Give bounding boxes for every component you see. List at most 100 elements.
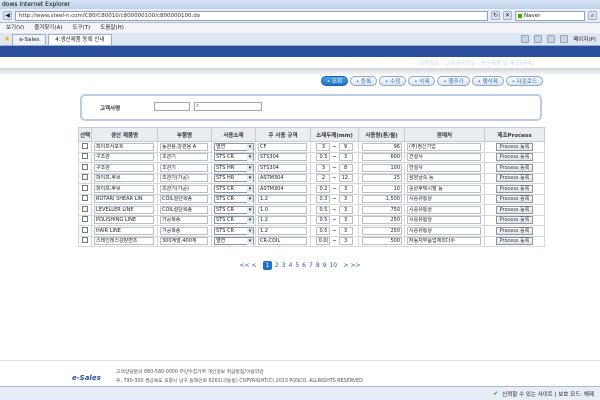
seller-input[interactable]: 중원후택시행 등 bbox=[407, 184, 481, 193]
table-row[interactable]: 구조관 조관기 STS HR STS3043 ~ 8100 건설사 Process 등록 bbox=[78, 162, 545, 174]
material-select[interactable]: STS CR bbox=[214, 205, 254, 214]
thickness-max-input[interactable]: 3 bbox=[338, 216, 353, 225]
usage-input[interactable]: 250 bbox=[362, 226, 402, 235]
thickness-min-input[interactable]: 0.5 bbox=[316, 216, 331, 225]
thickness-min-input[interactable]: 2 bbox=[316, 174, 331, 183]
thickness-min-input[interactable]: 0.2 bbox=[316, 184, 331, 193]
row-checkbox[interactable] bbox=[82, 195, 88, 202]
process-register-button[interactable]: Process 등록 bbox=[495, 237, 534, 246]
part-input[interactable]: 조관기 bbox=[160, 153, 208, 162]
usage-input[interactable]: 1,500 bbox=[362, 195, 402, 204]
feeds-icon[interactable] bbox=[534, 35, 543, 43]
process-register-button[interactable]: Process 등록 bbox=[495, 174, 534, 183]
table-row[interactable]: 구조관 조관기 STS CR STS3040.5 ~ 3600 건설사 Process 등… bbox=[78, 151, 545, 163]
edit-button[interactable]: • 수정 bbox=[379, 76, 407, 86]
seller-input[interactable]: 건설사 bbox=[407, 153, 481, 162]
material-select[interactable]: STS CR bbox=[214, 216, 254, 225]
spec-input[interactable]: CF bbox=[258, 142, 307, 151]
page-link[interactable]: 5 bbox=[295, 262, 299, 269]
row-checkbox[interactable] bbox=[82, 226, 88, 233]
table-row[interactable]: POLISHING LINE 가공복종 STS CR 1.20.5 ~ 3250 시중유… bbox=[78, 214, 545, 226]
thickness-min-input[interactable]: 3 bbox=[316, 142, 331, 151]
row-checkbox[interactable] bbox=[82, 163, 88, 170]
row-checkbox[interactable] bbox=[82, 184, 88, 191]
spec-input[interactable]: STS304 bbox=[258, 163, 307, 172]
menu-help[interactable]: 도움말(H) bbox=[100, 23, 124, 33]
product-input[interactable]: 파이프,후브 bbox=[94, 184, 154, 193]
menu-tools[interactable]: 도구(T) bbox=[72, 23, 90, 33]
pager-next[interactable]: > >> bbox=[344, 262, 361, 269]
refresh-icon[interactable]: ↻ bbox=[491, 11, 500, 20]
seller-input[interactable]: 자동차부품업체외다수 bbox=[407, 237, 481, 246]
product-input[interactable]: POLISHING LINE bbox=[94, 216, 154, 225]
product-input[interactable]: 구조관 bbox=[94, 163, 154, 172]
seller-input[interactable]: 시중유통상 bbox=[407, 205, 481, 214]
usage-input[interactable]: 96 bbox=[362, 142, 402, 151]
seller-input[interactable]: 건설사 bbox=[407, 163, 481, 172]
thickness-max-input[interactable]: 3 bbox=[338, 153, 353, 162]
product-input[interactable]: 파이프,후브 bbox=[94, 174, 154, 183]
usage-input[interactable]: 250 bbox=[362, 216, 402, 225]
table-row[interactable]: ROTARI SHEAR LIN COIL절단복종 STS CR 1.20.3 ~ 3… bbox=[78, 193, 545, 205]
usage-input[interactable]: 600 bbox=[362, 153, 402, 162]
part-input[interactable]: 가공복종 bbox=[160, 226, 208, 235]
back-icon[interactable]: ◀ bbox=[3, 11, 12, 20]
table-row[interactable]: 파이프,후브 조관기(가공) STS HR ASTM3042 ~ 12.15 삼양금속 … bbox=[78, 172, 545, 184]
material-select[interactable]: STS CR bbox=[214, 226, 254, 235]
pager-prev[interactable]: << < bbox=[239, 262, 256, 269]
part-input[interactable]: 300계열,400계 bbox=[160, 237, 208, 246]
table-row[interactable]: HAIR LINE 가공복종 STS CR 1.20.5 ~ 3250 시중유통상 Pro… bbox=[78, 225, 545, 237]
page-link[interactable]: 8 bbox=[316, 262, 320, 269]
thickness-max-input[interactable]: 3 bbox=[338, 205, 353, 214]
page-link[interactable]: 2 bbox=[275, 262, 279, 269]
thickness-min-input[interactable]: 0.0( bbox=[316, 237, 331, 246]
thickness-min-input[interactable]: 3 bbox=[316, 163, 331, 172]
page-link[interactable]: 1 bbox=[262, 261, 272, 270]
product-input[interactable]: LEVELLER LINE bbox=[94, 205, 154, 214]
part-input[interactable]: COIL절단복종 bbox=[160, 205, 208, 214]
register-button[interactable]: • 등록 bbox=[350, 76, 378, 86]
material-select[interactable]: 열연 bbox=[214, 142, 254, 151]
thickness-max-input[interactable]: 3 bbox=[338, 226, 353, 235]
spec-input[interactable]: ASTM304 bbox=[258, 174, 307, 183]
thickness-min-input[interactable]: 0.5 bbox=[316, 205, 331, 214]
usage-input[interactable]: 750 bbox=[362, 205, 402, 214]
spec-input[interactable]: 1.2 bbox=[258, 195, 307, 204]
thickness-max-input[interactable]: 12. bbox=[338, 174, 353, 183]
part-input[interactable]: 조관기 bbox=[160, 163, 208, 172]
thickness-max-input[interactable]: 3 bbox=[338, 237, 353, 246]
row-checkbox[interactable] bbox=[82, 142, 88, 149]
material-select[interactable]: STS CR bbox=[214, 184, 254, 193]
stop-icon[interactable]: ✕ bbox=[503, 11, 512, 20]
process-register-button[interactable]: Process 등록 bbox=[495, 142, 534, 151]
row-checkbox[interactable] bbox=[82, 153, 88, 160]
usage-input[interactable]: 500 bbox=[362, 237, 402, 246]
material-select[interactable]: 열연 bbox=[214, 237, 254, 246]
usage-input[interactable]: 15 bbox=[362, 174, 402, 183]
table-row[interactable]: LEVELLER LINE COIL절단복종 STS CR 1.00.5 ~ 3750… bbox=[78, 204, 545, 216]
material-select[interactable]: STS CR bbox=[214, 153, 254, 162]
add-row-button[interactable]: • 행추가 bbox=[437, 76, 470, 86]
favorites-star-icon[interactable]: ★ bbox=[4, 35, 10, 43]
product-input[interactable]: 구조관 bbox=[94, 153, 154, 162]
process-register-button[interactable]: Process 등록 bbox=[495, 153, 534, 162]
page-link[interactable]: 9 bbox=[323, 262, 327, 269]
page-link[interactable]: 4 bbox=[289, 262, 293, 269]
process-register-button[interactable]: Process 등록 bbox=[495, 216, 534, 225]
customer-code-input[interactable] bbox=[154, 102, 190, 111]
spec-input[interactable]: 1.0 bbox=[258, 205, 307, 214]
delete-button[interactable]: • 삭제 bbox=[408, 76, 436, 86]
print-icon[interactable] bbox=[560, 35, 569, 43]
page-link[interactable]: 10 bbox=[329, 262, 337, 269]
process-register-button[interactable]: Process 등록 bbox=[495, 195, 534, 204]
magnifier-icon[interactable]: ⌕ bbox=[196, 102, 199, 110]
row-checkbox[interactable] bbox=[82, 237, 88, 244]
process-register-button[interactable]: Process 등록 bbox=[495, 184, 534, 193]
row-checkbox[interactable] bbox=[82, 216, 88, 223]
table-row[interactable]: 파이프서포트 동관용,강관용 A 열연 CF3 ~ 996 (주)정신기업 Process… bbox=[78, 141, 545, 153]
row-checkbox[interactable] bbox=[82, 174, 88, 181]
seller-input[interactable]: 시중유통상 bbox=[407, 216, 481, 225]
page-menu[interactable]: 페이지(P) bbox=[573, 35, 596, 43]
menu-view[interactable]: 보기(V) bbox=[6, 23, 24, 33]
spec-input[interactable]: ASTM304 bbox=[258, 184, 307, 193]
